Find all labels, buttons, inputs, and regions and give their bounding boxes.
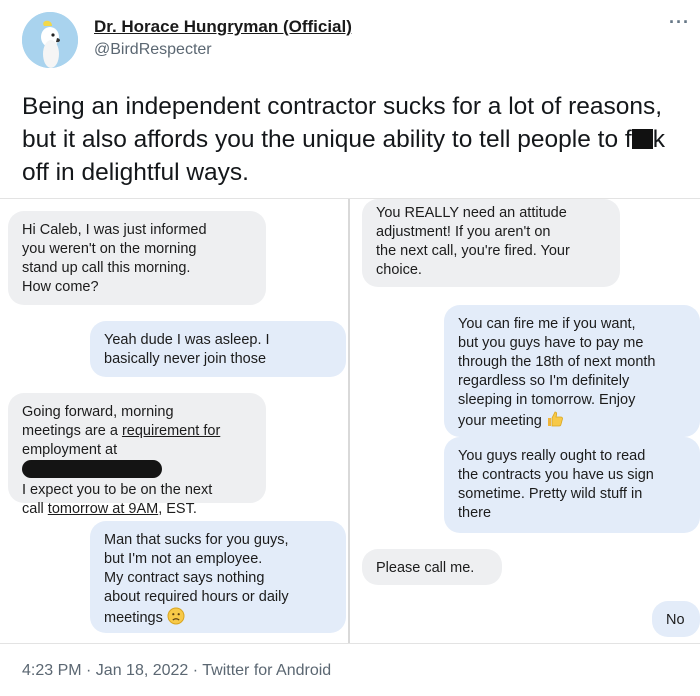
slightly-frowning-face-emoji-icon [167, 607, 185, 631]
tweet-header: Dr. Horace Hungryman (Official) @BirdRes… [0, 0, 700, 80]
tweet-text: Being an independent contractor sucks fo… [22, 90, 692, 189]
message-bubble-received: Hi Caleb, I was just informed you weren'… [8, 211, 266, 305]
more-options-icon[interactable]: ··· [669, 12, 690, 33]
redaction-bar [22, 460, 162, 478]
avatar[interactable] [22, 12, 78, 68]
message-text: , EST. [158, 501, 197, 517]
attached-screenshots[interactable]: Hi Caleb, I was just informed you weren'… [0, 198, 700, 644]
message-bubble-received: You REALLY need an attitude adjustment! … [362, 199, 620, 287]
message-link: requirement for [121, 423, 221, 439]
message-bubble-sent: You can fire me if you want, but you guy… [444, 305, 700, 437]
display-name[interactable]: Dr. Horace Hungryman (Official) [94, 17, 352, 37]
tweet-text-part1: Being an independent contractor sucks fo… [22, 93, 663, 153]
message-bubble-sent: You guys really ought to read the contra… [444, 437, 700, 533]
message-text: Man that sucks for you guys, but I'm not… [104, 532, 289, 626]
message-link: tomorrow at 9AM [47, 501, 159, 517]
message-bubble-sent: No [652, 601, 700, 637]
censor-block [631, 129, 653, 149]
username-handle[interactable]: @BirdRespecter [94, 41, 212, 59]
message-bubble-received: Please call me. [362, 549, 502, 585]
tweet-timestamp[interactable]: 4:23 PM · Jan 18, 2022 · Twitter for And… [22, 662, 331, 680]
thumbs-up-emoji-icon [546, 410, 564, 434]
screenshot-divider [348, 199, 350, 643]
message-bubble-sent: Yeah dude I was asleep. I basically neve… [90, 321, 346, 377]
cockatoo-avatar-icon [22, 12, 78, 68]
message-bubble-sent: Man that sucks for you guys, but I'm not… [90, 521, 346, 633]
message-bubble-received: Going forward, morning meetings are a re… [8, 393, 266, 517]
message-text: employment at [22, 442, 118, 458]
